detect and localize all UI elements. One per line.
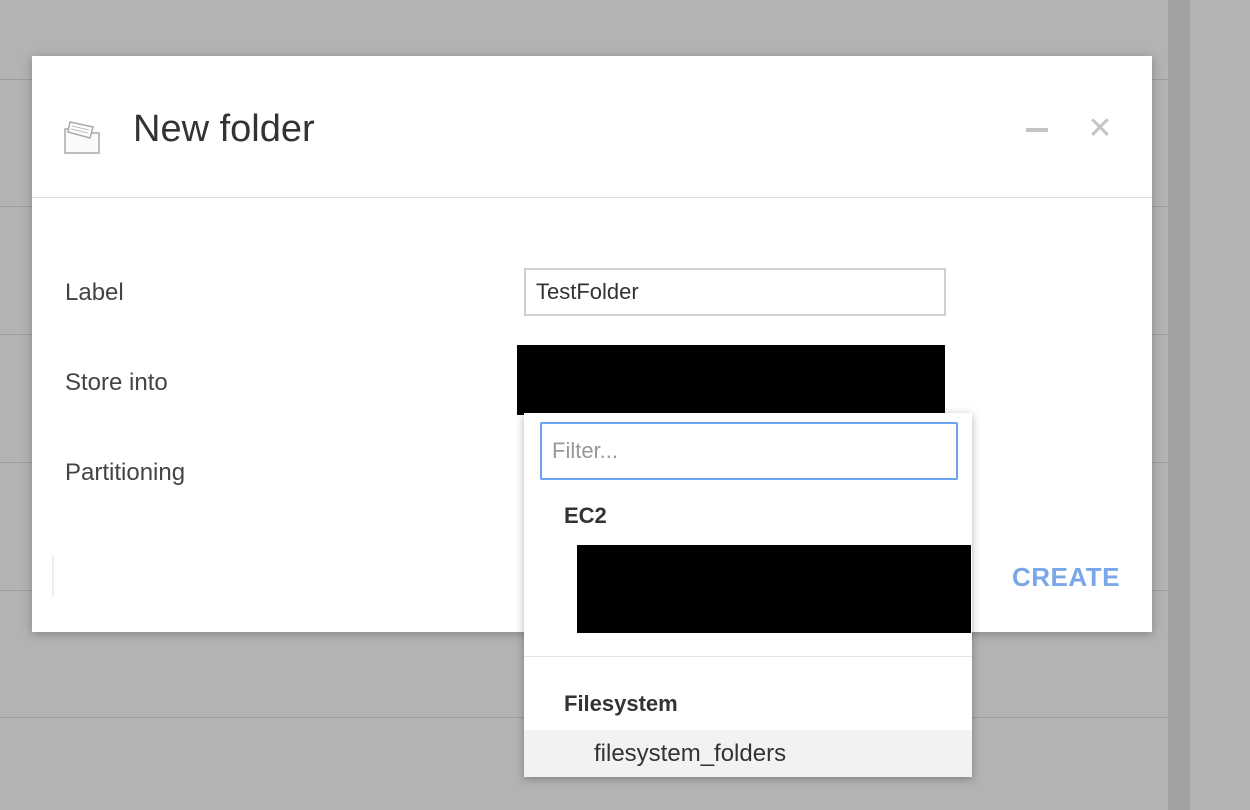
background-scrollbar[interactable] <box>1168 0 1190 810</box>
group-divider <box>524 656 972 657</box>
group-label-ec2: EC2 <box>564 503 607 528</box>
option-filesystem-folders[interactable]: filesystem_folders <box>524 730 972 777</box>
folder-icon <box>64 121 100 154</box>
option-ec2-connection[interactable] <box>577 545 971 633</box>
background-right-panel <box>1190 0 1250 810</box>
store-into-label: Store into <box>65 369 168 396</box>
dialog-header: New folder ✕ <box>32 56 1152 198</box>
minimize-icon[interactable] <box>1022 114 1052 144</box>
store-into-dropdown: EC2 Filesystem filesystem_folders <box>524 413 972 777</box>
create-button[interactable]: CREATE <box>1012 562 1120 593</box>
option-label: filesystem_folders <box>594 740 787 767</box>
partitioning-label: Partitioning <box>65 459 186 486</box>
store-into-select[interactable] <box>517 345 945 415</box>
filter-input[interactable] <box>540 422 958 480</box>
footer-edge <box>52 556 54 596</box>
label-field-label: Label <box>65 279 124 306</box>
label-input[interactable] <box>524 268 946 316</box>
dialog-title: New folder <box>133 108 315 150</box>
group-label-filesystem: Filesystem <box>564 691 678 716</box>
close-icon[interactable]: ✕ <box>1085 114 1115 144</box>
